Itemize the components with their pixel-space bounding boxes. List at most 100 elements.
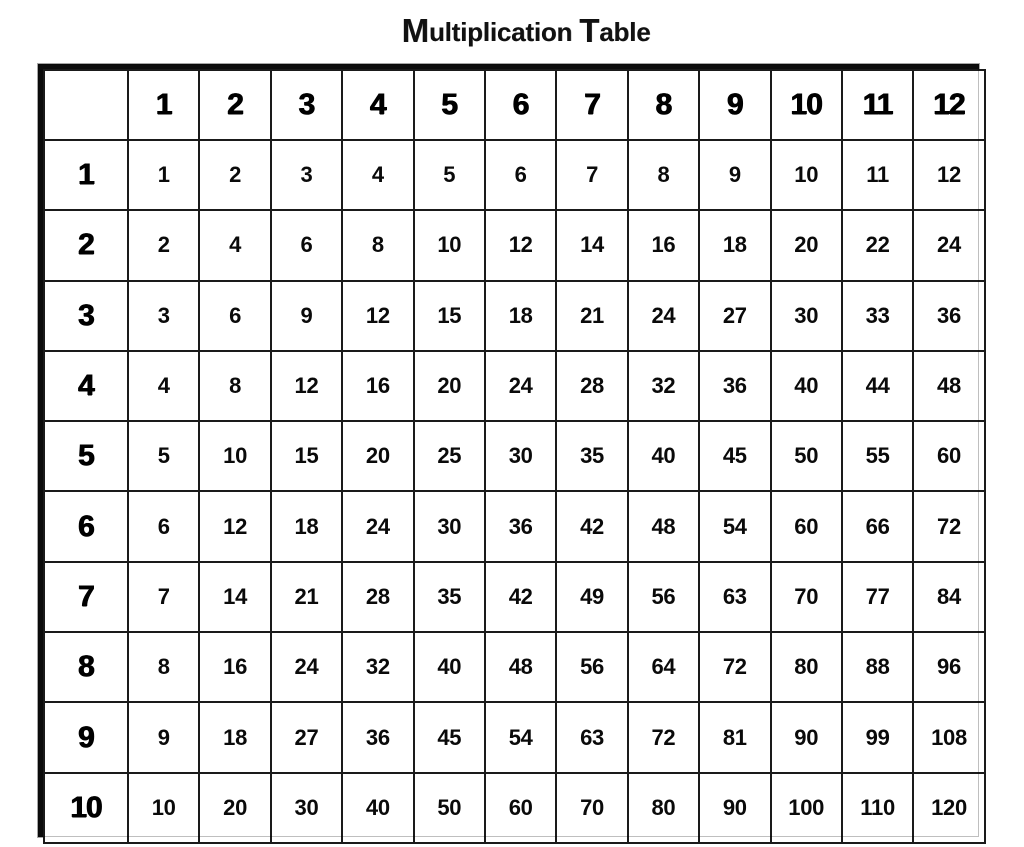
product-cell-1x4: 4 — [341, 138, 415, 212]
product-cell-9x7: 63 — [555, 701, 629, 774]
row-header-1: 1 — [43, 138, 129, 212]
row-header-4: 4 — [43, 349, 129, 423]
column-header-2: 2 — [198, 69, 272, 141]
product-cell-10x8: 80 — [626, 771, 701, 844]
product-cell-10x4: 40 — [341, 771, 415, 844]
table-row: 6 6 12 18 24 30 36 42 48 54 60 66 72 — [43, 490, 986, 563]
table-row: 7 7 14 21 28 35 42 49 56 63 70 77 84 — [43, 560, 986, 634]
product-cell-1x3: 3 — [269, 138, 344, 212]
product-cell-1x11: 11 — [840, 138, 915, 212]
product-cell-4x5: 20 — [412, 349, 486, 423]
column-header-9: 9 — [698, 69, 772, 141]
title-initial-t: T — [579, 11, 600, 49]
multiplication-table: 1 2 3 4 5 6 7 8 9 10 11 12 1 1 2 3 4 5 6 7 8 9 10 11 12 2 2 4 6 8 10 1… — [43, 69, 986, 844]
title-initial-m: M — [401, 11, 429, 49]
product-cell-6x5: 30 — [412, 490, 486, 563]
table-row: 1 1 2 3 4 5 6 7 8 9 10 11 12 — [43, 138, 986, 212]
product-cell-2x6: 12 — [483, 209, 558, 282]
product-cell-8x1: 8 — [126, 631, 201, 704]
product-cell-1x6: 6 — [483, 138, 558, 212]
product-cell-4x1: 4 — [126, 349, 201, 423]
product-cell-5x1: 5 — [126, 420, 201, 493]
product-cell-2x4: 8 — [341, 209, 415, 282]
row-header-10: 10 — [43, 771, 129, 844]
product-cell-7x4: 28 — [341, 560, 415, 634]
product-cell-4x8: 32 — [626, 349, 701, 423]
product-cell-9x12: 108 — [912, 701, 986, 774]
product-cell-5x8: 40 — [626, 420, 701, 493]
product-cell-3x8: 24 — [626, 279, 701, 352]
product-cell-10x5: 50 — [412, 771, 486, 844]
title-word-table: able — [599, 16, 651, 47]
product-cell-6x11: 66 — [840, 490, 915, 563]
product-cell-8x5: 40 — [412, 631, 486, 704]
product-cell-2x11: 22 — [840, 209, 915, 282]
product-cell-9x6: 54 — [483, 701, 558, 774]
product-cell-5x2: 10 — [198, 420, 272, 493]
product-cell-3x11: 33 — [840, 279, 915, 352]
product-cell-7x2: 14 — [198, 560, 272, 634]
product-cell-5x6: 30 — [483, 420, 558, 493]
table-row: 5 5 10 15 20 25 30 35 40 45 50 55 60 — [43, 420, 986, 493]
product-cell-6x2: 12 — [198, 490, 272, 563]
product-cell-6x10: 60 — [769, 490, 843, 563]
column-header-4: 4 — [341, 69, 415, 141]
row-header-3: 3 — [43, 279, 129, 352]
product-cell-5x7: 35 — [555, 420, 629, 493]
product-cell-5x9: 45 — [698, 420, 772, 493]
product-cell-7x3: 21 — [269, 560, 344, 634]
product-cell-5x4: 20 — [341, 420, 415, 493]
product-cell-8x6: 48 — [483, 631, 558, 704]
product-cell-7x5: 35 — [412, 560, 486, 634]
product-cell-8x7: 56 — [555, 631, 629, 704]
product-cell-4x9: 36 — [698, 349, 772, 423]
product-cell-7x6: 42 — [483, 560, 558, 634]
product-cell-2x10: 20 — [769, 209, 843, 282]
product-cell-10x1: 10 — [126, 771, 201, 844]
product-cell-7x10: 70 — [769, 560, 843, 634]
product-cell-2x7: 14 — [555, 209, 629, 282]
row-header-5: 5 — [43, 420, 129, 493]
product-cell-1x5: 5 — [412, 138, 486, 212]
product-cell-2x8: 16 — [626, 209, 701, 282]
product-cell-2x3: 6 — [269, 209, 344, 282]
product-cell-10x3: 30 — [269, 771, 344, 844]
table-row: 10 10 20 30 40 50 60 70 80 90 100 110 120 — [43, 771, 986, 844]
product-cell-5x5: 25 — [412, 420, 486, 493]
product-cell-9x9: 81 — [698, 701, 772, 774]
row-header-6: 6 — [43, 490, 129, 563]
column-header-10: 10 — [769, 69, 843, 141]
column-header-3: 3 — [269, 69, 344, 141]
product-cell-4x7: 28 — [555, 349, 629, 423]
product-cell-2x12: 24 — [912, 209, 986, 282]
product-cell-1x10: 10 — [769, 138, 843, 212]
table-row: 2 2 4 6 8 10 12 14 16 18 20 22 24 — [43, 209, 986, 282]
row-header-9: 9 — [43, 701, 129, 774]
column-header-1: 1 — [126, 69, 201, 141]
product-cell-7x12: 84 — [912, 560, 986, 634]
header-row: 1 2 3 4 5 6 7 8 9 10 11 12 — [43, 69, 986, 141]
product-cell-8x11: 88 — [840, 631, 915, 704]
product-cell-8x2: 16 — [198, 631, 272, 704]
product-cell-4x2: 8 — [198, 349, 272, 423]
page-title: Multiplication Table — [374, 0, 651, 73]
product-cell-6x1: 6 — [126, 490, 201, 563]
product-cell-3x3: 9 — [269, 279, 344, 352]
product-cell-6x7: 42 — [555, 490, 629, 563]
product-cell-9x8: 72 — [626, 701, 701, 774]
table-head: 1 2 3 4 5 6 7 8 9 10 11 12 — [43, 69, 986, 141]
product-cell-4x10: 40 — [769, 349, 843, 423]
table-body: 1 1 2 3 4 5 6 7 8 9 10 11 12 2 2 4 6 8 10 12 14 16 18 20 22 24 3 3 6… — [43, 138, 986, 844]
product-cell-10x7: 70 — [555, 771, 629, 844]
product-cell-3x5: 15 — [412, 279, 486, 352]
product-cell-2x5: 10 — [412, 209, 486, 282]
product-cell-8x9: 72 — [698, 631, 772, 704]
product-cell-1x9: 9 — [698, 138, 772, 212]
product-cell-8x4: 32 — [341, 631, 415, 704]
column-header-7: 7 — [555, 69, 629, 141]
product-cell-3x6: 18 — [483, 279, 558, 352]
product-cell-3x2: 6 — [198, 279, 272, 352]
product-cell-6x9: 54 — [698, 490, 772, 563]
product-cell-5x12: 60 — [912, 420, 986, 493]
product-cell-9x4: 36 — [341, 701, 415, 774]
